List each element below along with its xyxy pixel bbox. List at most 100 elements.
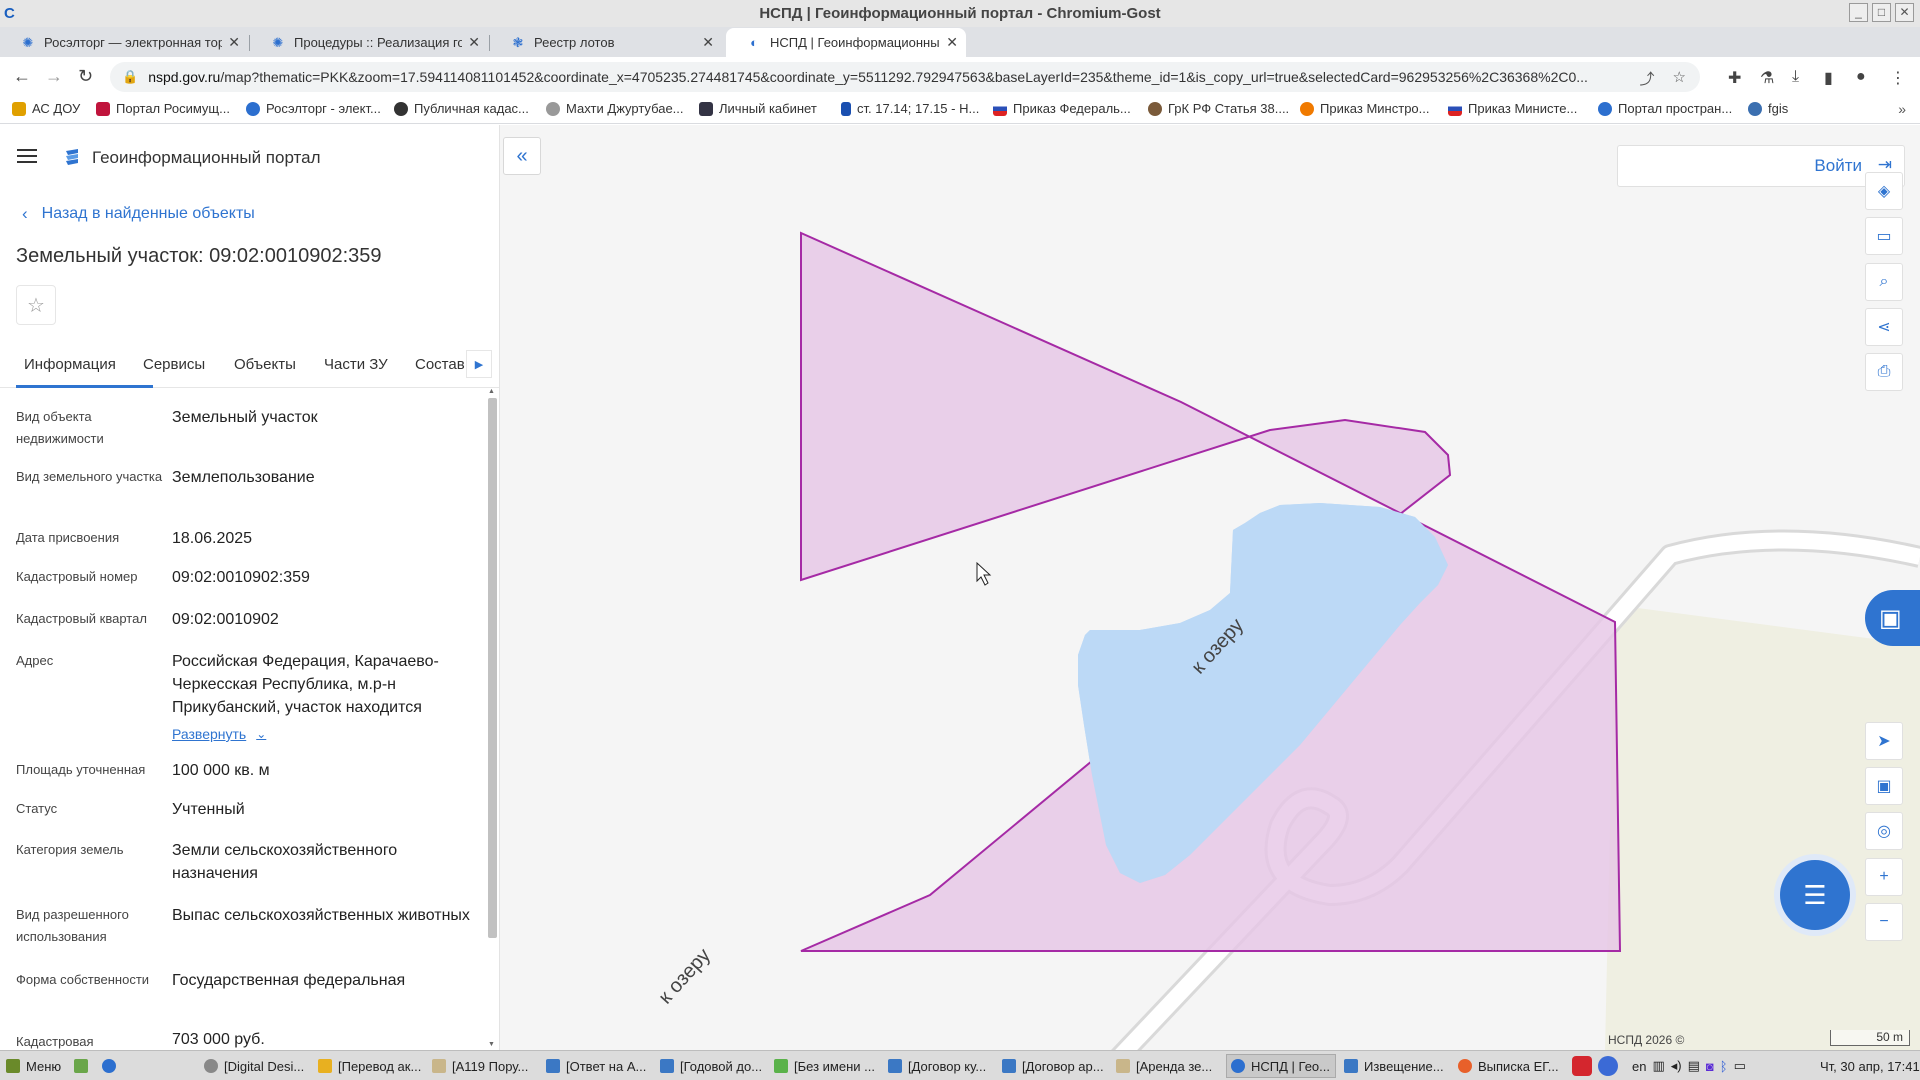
- bookmark-personal-cabinet[interactable]: Личный кабинет: [699, 101, 817, 116]
- expand-address-link[interactable]: Развернуть ⌄: [172, 723, 266, 746]
- bookmark-public-cadastral[interactable]: Публичная кадас...: [394, 101, 529, 116]
- tab-composition[interactable]: Состав: [415, 356, 465, 373]
- taskbar-item[interactable]: Извещение...: [1340, 1054, 1450, 1078]
- address-bar[interactable]: 🔒 nspd.gov.ru/map?thematic=PKK&zoom=17.5…: [110, 62, 1700, 92]
- taskbar-item[interactable]: [Без имени ...: [770, 1054, 880, 1078]
- chat-button[interactable]: ☰: [1780, 860, 1850, 930]
- sidepanel-icon[interactable]: ▮: [1824, 68, 1833, 88]
- taskbar-item[interactable]: [A119 Пору...: [428, 1054, 538, 1078]
- taskbar-item[interactable]: [Договор ар...: [998, 1054, 1108, 1078]
- bookmark-star-icon[interactable]: ☆: [1673, 68, 1686, 89]
- bookmark-makhti[interactable]: Махти Джуртубае...: [546, 101, 684, 116]
- browser-tab-nspd[interactable]: ◐ НСПД | Геоинформационный ✕: [726, 28, 966, 57]
- zoom-in-button[interactable]: +: [1865, 858, 1903, 896]
- bookmark-minstroy-order[interactable]: Приказ Минстро...: [1300, 101, 1429, 116]
- bookmark-grk-article-38[interactable]: ГрК РФ Статья 38....: [1148, 101, 1289, 116]
- land-parcel[interactable]: [800, 231, 1622, 952]
- file-manager-launcher[interactable]: [70, 1054, 94, 1078]
- network-icon[interactable]: ▥: [1652, 1058, 1664, 1074]
- field-value: Землепользование: [172, 469, 315, 486]
- layers-button[interactable]: ◈: [1865, 172, 1903, 210]
- tray-c-icon[interactable]: ◙: [1706, 1059, 1714, 1074]
- portal-name: Геоинформационный портал: [92, 148, 321, 167]
- tabs-scroll-right-button[interactable]: ▶: [466, 350, 492, 378]
- tab-information[interactable]: Информация: [24, 356, 116, 373]
- taskbar-item[interactable]: [Перевод ак...: [314, 1054, 424, 1078]
- panel-scrollbar[interactable]: ▲ ▼: [486, 388, 498, 1048]
- clipboard-icon[interactable]: ▤: [1688, 1058, 1700, 1074]
- keyboard-layout[interactable]: en: [1632, 1059, 1646, 1074]
- login-button[interactable]: Войти ⇥: [1617, 145, 1905, 187]
- share-icon[interactable]: ⤴: [1640, 68, 1655, 89]
- download-icon[interactable]: ⤓: [1792, 68, 1799, 86]
- field-key: Вид разрешенного использования: [16, 907, 129, 944]
- taskbar-item[interactable]: [Digital Desi...: [200, 1054, 310, 1078]
- bookmark-rosimushchestvo[interactable]: Портал Росимущ...: [96, 101, 230, 116]
- browser-menu-icon[interactable]: ⋮: [1890, 68, 1906, 88]
- taskbar-item[interactable]: Выписка ЕГ...: [1454, 1054, 1564, 1078]
- map-canvas[interactable]: к озеру к озеру: [500, 125, 1920, 1050]
- bluetooth-icon[interactable]: ᛒ: [1720, 1059, 1728, 1074]
- volume-icon[interactable]: ◂): [1671, 1058, 1682, 1074]
- measure-button[interactable]: ▭: [1865, 217, 1903, 255]
- active-tab-underline: [16, 385, 153, 388]
- bookmark-article-17-14[interactable]: ст. 17.14; 17.15 - Н...: [841, 101, 979, 116]
- tray-app-icon[interactable]: [1572, 1056, 1592, 1076]
- bookmark-ministry-order[interactable]: Приказ Министе...: [1448, 101, 1577, 116]
- taskbar-item[interactable]: [Договор ку...: [884, 1054, 994, 1078]
- forward-arrow-icon[interactable]: →: [45, 66, 63, 87]
- display-icon[interactable]: ▭: [1734, 1058, 1746, 1074]
- back-to-results-link[interactable]: ‹ Назад в найденные объекты: [22, 204, 255, 224]
- locate-point-button[interactable]: ◎: [1865, 812, 1903, 850]
- scroll-up-icon[interactable]: ▲: [488, 388, 495, 395]
- bookmark-roseltorg[interactable]: Росэлторг - элект...: [246, 101, 381, 116]
- browser-tab-roseltorg[interactable]: ✺ Росэлторг — электронная тор ✕: [0, 28, 248, 57]
- field-value: Российская Федерация, Карачаево-Черкесск…: [172, 653, 439, 716]
- zoom-out-button[interactable]: −: [1865, 903, 1903, 941]
- bookmark-fgis[interactable]: fgis: [1748, 101, 1788, 116]
- start-menu-button[interactable]: Меню: [2, 1054, 68, 1078]
- tab-close-icon[interactable]: ✕: [468, 34, 480, 51]
- clock[interactable]: Чт, 30 апр, 17:41: [1820, 1054, 1920, 1078]
- scrollbar-thumb[interactable]: [488, 398, 497, 938]
- map-view[interactable]: к озеру к озеру « Войти ⇥ ◈ ▭ ⌕ ⋖ ⎙ ▣ ➤ …: [500, 125, 1920, 1050]
- profile-avatar-icon[interactable]: ●: [1856, 68, 1866, 86]
- minimize-button[interactable]: _: [1849, 3, 1868, 22]
- tab-land-parts[interactable]: Части ЗУ: [324, 356, 388, 373]
- taskbar-item[interactable]: [Ответ на А...: [542, 1054, 652, 1078]
- minimap-button[interactable]: ▣: [1865, 767, 1903, 805]
- assistant-button[interactable]: ▣: [1865, 590, 1920, 646]
- area-search-button[interactable]: ⌕: [1865, 263, 1903, 301]
- hamburger-menu-icon[interactable]: [17, 149, 37, 163]
- field-value: 09:02:0010902:359: [172, 569, 310, 586]
- yandex-browser-icon[interactable]: [1598, 1056, 1618, 1076]
- maximize-button[interactable]: □: [1872, 3, 1891, 22]
- field-value: Учтенный: [172, 801, 245, 818]
- tab-close-icon[interactable]: ✕: [228, 34, 240, 51]
- print-button[interactable]: ⎙: [1865, 353, 1903, 391]
- bookmarks-overflow-icon[interactable]: »: [1898, 101, 1906, 117]
- tab-services[interactable]: Сервисы: [143, 356, 205, 373]
- extensions-puzzle-icon[interactable]: ✚: [1728, 68, 1741, 88]
- browser-tab-lots-registry[interactable]: ❃ Реестр лотов ✕: [490, 28, 722, 57]
- taskbar-item-active[interactable]: НСПД | Гео...: [1226, 1054, 1336, 1078]
- flask-icon[interactable]: ⚗: [1760, 68, 1774, 88]
- tab-objects[interactable]: Объекты: [234, 356, 296, 373]
- browser-tab-procedures[interactable]: ✺ Процедуры :: Реализация гос ✕: [250, 28, 488, 57]
- back-arrow-icon[interactable]: ←: [13, 66, 31, 87]
- close-window-button[interactable]: ✕: [1895, 3, 1914, 22]
- favorite-star-button[interactable]: ☆: [16, 285, 56, 325]
- bookmark-as-dou[interactable]: АС ДОУ: [12, 101, 80, 116]
- reload-icon[interactable]: ↻: [78, 66, 93, 87]
- tab-close-icon[interactable]: ✕: [946, 34, 958, 51]
- taskbar-item[interactable]: [Аренда зе...: [1112, 1054, 1222, 1078]
- taskbar-item[interactable]: [Годовой до...: [656, 1054, 766, 1078]
- tab-close-icon[interactable]: ✕: [702, 34, 714, 51]
- scroll-down-icon[interactable]: ▼: [488, 1041, 495, 1048]
- share-map-button[interactable]: ⋖: [1865, 308, 1903, 346]
- bookmark-spatial-portal[interactable]: Портал простран...: [1598, 101, 1732, 116]
- bookmark-federal-order[interactable]: Приказ Федераль...: [993, 101, 1131, 116]
- collapse-panel-button[interactable]: «: [503, 137, 541, 175]
- chromium-launcher[interactable]: [98, 1054, 128, 1078]
- geolocation-button[interactable]: ➤: [1865, 722, 1903, 760]
